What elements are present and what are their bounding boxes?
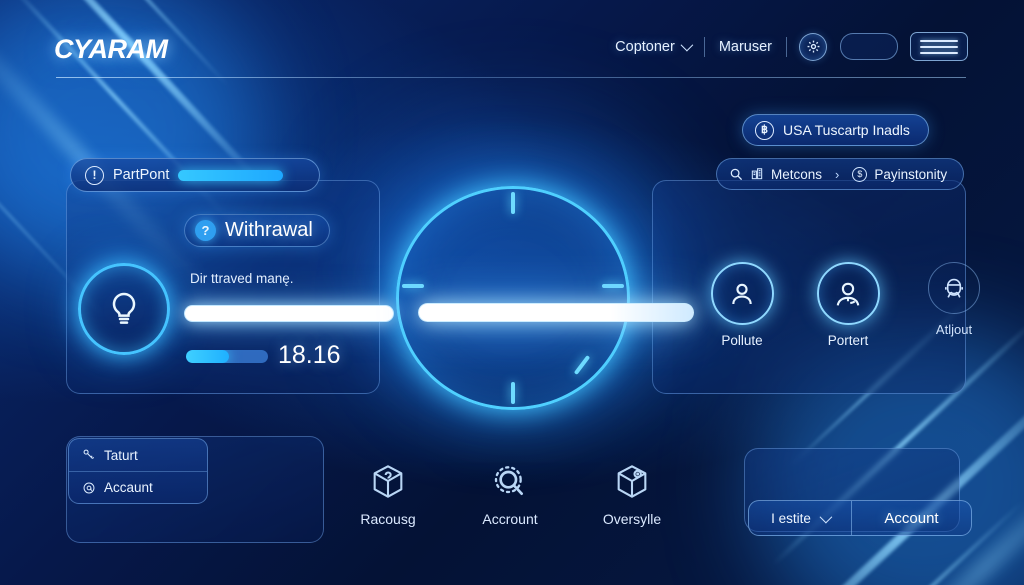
avatar-item-pollute[interactable]: Pollute bbox=[700, 262, 784, 348]
building-icon bbox=[751, 168, 763, 180]
header-pill-button[interactable] bbox=[840, 33, 898, 60]
breadcrumb[interactable]: Metcons › $ Payinstonity bbox=[716, 158, 965, 190]
cube-coin-icon bbox=[617, 465, 647, 498]
ring-tick-right bbox=[602, 284, 624, 288]
nav-item-label: Maruser bbox=[718, 38, 772, 55]
currency-badge-label: USA Tuscartp Inadls bbox=[783, 122, 910, 138]
bottom-icon-label: Racousg bbox=[360, 511, 416, 527]
chevron-down-icon bbox=[680, 38, 694, 52]
estite-select[interactable]: I estite bbox=[749, 501, 852, 535]
key-icon bbox=[83, 449, 95, 459]
bottom-icon-item-accrount[interactable]: Accrount bbox=[468, 462, 552, 527]
nav-item-maruser[interactable]: Maruser bbox=[705, 39, 786, 55]
target-ring-icon bbox=[396, 186, 630, 410]
lightbulb-icon bbox=[112, 292, 136, 324]
left-panel-progress-bar[interactable] bbox=[184, 305, 394, 322]
settings-button[interactable] bbox=[799, 32, 827, 61]
hamburger-icon bbox=[920, 39, 958, 42]
partpont-progress-bar bbox=[178, 169, 284, 181]
menu-button[interactable] bbox=[910, 32, 968, 61]
partpont-status-pill[interactable]: ! PartPont bbox=[70, 158, 320, 192]
center-slider-bar[interactable] bbox=[418, 303, 694, 322]
breadcrumb-separator: › bbox=[835, 166, 840, 182]
list-item[interactable]: Accaunt bbox=[69, 471, 207, 503]
account-button[interactable]: Account bbox=[852, 501, 971, 535]
avatar-group: Pollute Portert Atljout bbox=[700, 262, 996, 348]
at-circle-icon bbox=[83, 482, 95, 493]
chevron-down-icon bbox=[819, 510, 833, 523]
bottom-icon-group: Racousg Accrount Oversylle bbox=[346, 462, 674, 527]
bitcoin-icon: ฿ bbox=[755, 120, 774, 140]
hamburger-icon bbox=[920, 45, 958, 48]
list-item-label: Accaunt bbox=[104, 480, 153, 495]
withrawal-label: Withrawal bbox=[225, 219, 313, 241]
left-panel-small-bar-fill bbox=[186, 350, 229, 363]
currency-badge-pill[interactable]: ฿ USA Tuscartp Inadls bbox=[742, 114, 929, 146]
bottom-icon-item-oversylle[interactable]: Oversylle bbox=[590, 462, 674, 527]
hamburger-icon bbox=[920, 51, 958, 54]
exclamation-circle-icon: ! bbox=[85, 165, 104, 185]
left-panel-caption: Dir ttraved manę. bbox=[190, 271, 294, 286]
gear-icon bbox=[807, 40, 819, 53]
ring-tick-bottom bbox=[511, 382, 515, 404]
avatar-item-portert[interactable]: Portert bbox=[806, 262, 890, 348]
breadcrumb-item-metcons[interactable]: Metcons bbox=[771, 167, 822, 182]
breadcrumb-item-payinstonity[interactable]: Payinstonity bbox=[874, 167, 947, 182]
search-icon bbox=[730, 168, 742, 180]
center-target-ring[interactable] bbox=[396, 186, 630, 410]
metric-value: 18.16 bbox=[278, 341, 341, 369]
nav-item-label: Coptoner bbox=[615, 38, 675, 55]
list-item-label: Taturt bbox=[104, 447, 138, 463]
user-portrait-icon bbox=[836, 282, 860, 306]
avatar bbox=[816, 262, 880, 325]
ring-tick-top bbox=[511, 192, 515, 214]
partpont-label: PartPont bbox=[113, 167, 170, 183]
avatar-label: Atljout bbox=[935, 322, 973, 337]
withrawal-title-pill[interactable]: ? Withrawal bbox=[184, 214, 330, 247]
nav-item-coptoner[interactable]: Coptoner bbox=[601, 39, 704, 55]
agent-headset-icon bbox=[945, 278, 963, 298]
estite-select-label: I estite bbox=[771, 510, 811, 526]
lightbulb-badge[interactable] bbox=[78, 263, 170, 355]
avatar bbox=[928, 262, 980, 314]
question-circle-icon: ? bbox=[195, 220, 216, 241]
app-root: CYARAM Coptoner Maruser ! PartPont ? Wit… bbox=[0, 0, 1024, 585]
avatar-label: Pollute bbox=[721, 333, 763, 348]
bottom-icon-label: Accrount bbox=[482, 511, 538, 527]
bottom-right-actions: I estite Account bbox=[748, 500, 972, 536]
header-nav: Coptoner Maruser bbox=[601, 32, 968, 61]
bottom-left-list: Taturt Accaunt bbox=[68, 438, 208, 504]
ring-tick-left bbox=[402, 284, 424, 288]
cube-question-icon bbox=[373, 465, 403, 498]
left-panel-small-bar-track[interactable] bbox=[186, 350, 268, 363]
avatar bbox=[710, 262, 774, 325]
list-item[interactable]: Taturt bbox=[69, 439, 207, 471]
avatar-item-atljout[interactable]: Atljout bbox=[912, 262, 996, 337]
header-divider bbox=[56, 77, 966, 78]
user-circle-icon bbox=[732, 283, 752, 304]
brand-logo[interactable]: CYARAM bbox=[54, 34, 168, 65]
coin-circle-icon: $ bbox=[852, 166, 868, 182]
search-scan-icon bbox=[494, 466, 523, 495]
bottom-icon-item-racousg[interactable]: Racousg bbox=[346, 462, 430, 527]
app-header: CYARAM Coptoner Maruser bbox=[0, 0, 1024, 78]
bottom-icon-label: Oversylle bbox=[602, 511, 662, 527]
nav-divider bbox=[786, 36, 787, 57]
avatar-label: Portert bbox=[827, 333, 869, 348]
